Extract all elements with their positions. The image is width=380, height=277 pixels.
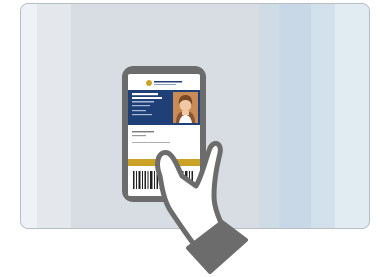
card-header-lines xyxy=(132,93,162,116)
card-details xyxy=(132,131,170,143)
card-photo xyxy=(173,92,198,123)
card-gold-bar xyxy=(128,159,200,166)
card-header xyxy=(128,90,200,125)
barcode-icon xyxy=(133,171,193,189)
phone-icon xyxy=(122,66,206,202)
institution-logo xyxy=(128,76,200,90)
id-card-icon xyxy=(128,74,200,196)
